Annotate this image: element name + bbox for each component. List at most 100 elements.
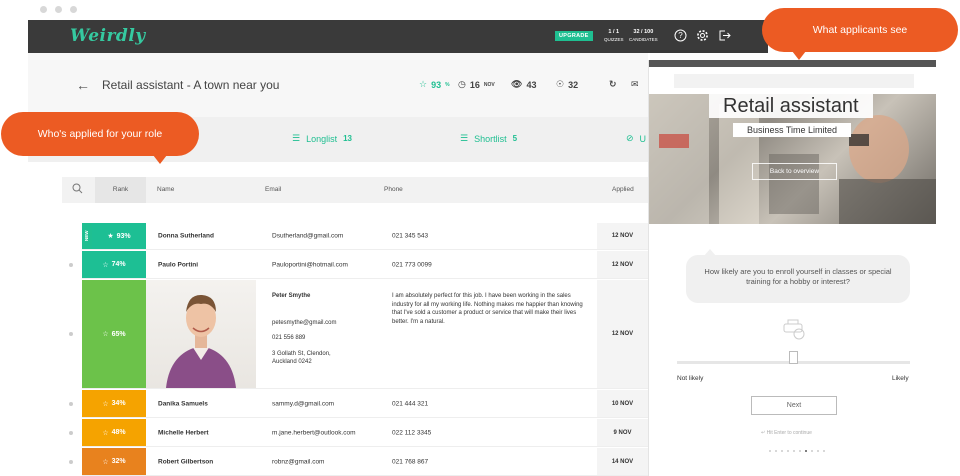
candidate-phone: 021 444 321 [392, 400, 429, 407]
row-marker [69, 430, 73, 435]
user-icon: ☉ [556, 79, 565, 89]
star-icon: ☆ [102, 261, 109, 269]
tab-unsuitable[interactable]: ⊘ U [626, 133, 646, 144]
next-button[interactable]: Next [751, 396, 837, 415]
candidate-email: robnz@gmail.com [272, 458, 325, 465]
weirdly-logo[interactable]: Weirdly [70, 26, 146, 46]
rank-badge: ☆ 65% [82, 280, 146, 388]
row-marker [69, 262, 73, 267]
job-applicants-value: 32 [568, 79, 579, 90]
candidate-name: Robert Gilbertson [158, 458, 214, 465]
rank-badge: ★ 93% [92, 223, 146, 249]
table-row[interactable]: ☆ 48% Michelle Herbert m.jane.herbert@out… [69, 419, 648, 447]
quizzes-stat: 1 / 1 QUIZZES [604, 29, 624, 43]
candidate-name: Paulo Portini [158, 261, 199, 268]
refresh-icon[interactable]: ↻ [609, 79, 617, 90]
quiz-question: How likely are you to enroll yourself in… [686, 249, 910, 303]
job-views: 👁 43 [511, 79, 536, 90]
candidate-email: Pauloportini@hotmail.com [272, 261, 348, 268]
job-date-day: 16 [469, 79, 480, 90]
back-arrow-icon[interactable]: ← [76, 77, 90, 93]
quizzes-value: 1 / 1 [608, 29, 620, 35]
applied-date: 10 NOV [597, 390, 648, 417]
candidate-bio: I am absolutely perfect for this job. I … [392, 293, 583, 325]
applied-date: 12 NOV [597, 251, 648, 278]
phone-column-header[interactable]: Phone [384, 186, 403, 193]
rank-badge: ☆ 32% [82, 448, 146, 475]
scale-max-label: Likely [892, 375, 909, 382]
candidate-email: sammy.d@gmail.com [272, 400, 335, 407]
window-controls [40, 6, 77, 13]
email-column-header[interactable]: Email [265, 186, 281, 193]
candidate-phone: 021 773 0099 [392, 261, 432, 268]
rank-value: 93% [116, 232, 131, 240]
job-date: ◷ 16 NOV [458, 79, 495, 90]
panel-top-bar [649, 60, 936, 67]
candidate-email: m.jane.herbert@outlook.com [272, 429, 356, 436]
svg-text:?: ? [678, 31, 683, 40]
rank-value: 74% [111, 261, 126, 268]
candidates-value: 32 / 100 [633, 29, 654, 35]
table-row[interactable]: ☆ 34% Danika Samuels sammy.d@gmail.com 02… [69, 390, 648, 418]
candidate-phone: 021 768 867 [392, 458, 429, 465]
mail-icon[interactable]: ✉ [631, 79, 639, 90]
star-icon: ☆ [102, 331, 109, 338]
rank-value: 32% [111, 458, 126, 465]
tab-longlist[interactable]: ☰ Longlist 13 [292, 133, 352, 144]
applied-date: 12 NOV [597, 223, 648, 249]
applicant-job-title: Retail assistant [709, 94, 873, 118]
tab-unsuitable-label: U [639, 133, 647, 144]
rank-column-header[interactable]: Rank [95, 177, 146, 203]
candidate-name: Danika Samuels [158, 400, 208, 407]
candidate-email: Dsutherland@gmail.com [272, 232, 344, 240]
list-icon: ☰ [292, 133, 301, 143]
scale-min-label: Not likely [677, 375, 704, 382]
upgrade-button[interactable]: UPGRADE [555, 31, 593, 41]
rank-value: 65% [111, 330, 126, 338]
table-row[interactable]: ☆ 32% Robert Gilbertson robnz@gmail.com 0… [69, 448, 648, 476]
table-row-expanded[interactable]: ☆ 65% Peter Smythe petesmythe@gmail.com 0… [69, 280, 648, 389]
candidates-label: CANDIDATES [629, 37, 658, 42]
job-views-value: 43 [526, 79, 537, 90]
row-marker [69, 459, 73, 464]
applicant-view-panel: Retail assistant Business Time Limited B… [648, 60, 936, 476]
job-title-bar: ← Retail assistant - A town near you ☆ 9… [28, 53, 648, 117]
enter-hint: ↵ Hit Enter to continue [761, 430, 812, 436]
candidate-photo [146, 280, 256, 388]
star-icon: ☆ [419, 79, 428, 89]
candidate-phone: 022 112 3345 [392, 429, 432, 436]
table-row[interactable]: ★ 93% Donna Sutherland Dsutherland@gmail.… [82, 223, 648, 250]
stopwatch-icon: ◷ [458, 79, 466, 89]
job-title: Retail assistant - A town near you [102, 78, 280, 92]
rank-value: 34% [111, 400, 126, 407]
search-icon[interactable] [72, 183, 83, 196]
candidate-phone: 021 556 889 [272, 335, 306, 341]
candidate-name: Michelle Herbert [158, 429, 209, 436]
back-to-overview-button[interactable]: Back to overview [752, 163, 837, 180]
job-applicants: ☉ 32 [556, 79, 578, 90]
help-icon[interactable]: ? [673, 29, 687, 43]
panel-address-bar [674, 74, 914, 88]
table-row[interactable]: ☆ 74% Paulo Portini Pauloportini@hotmail.… [69, 251, 648, 279]
name-column-header[interactable]: Name [157, 186, 174, 193]
likert-slider-thumb[interactable] [789, 351, 798, 364]
rank-badge: ☆ 34% [82, 390, 146, 417]
candidate-name: Peter Smythe [272, 293, 311, 299]
screenshot: Weirdly UPGRADE 1 / 1 QUIZZES 32 / 100 C… [0, 0, 960, 476]
tab-longlist-count: 13 [343, 134, 353, 143]
logout-icon[interactable] [717, 29, 731, 43]
tab-shortlist[interactable]: ☰ Shortlist 5 [460, 133, 517, 144]
star-icon: ★ [107, 233, 114, 240]
gear-icon[interactable] [695, 29, 709, 43]
tab-shortlist-label: Shortlist [474, 133, 507, 144]
enter-key-icon: ↵ [761, 430, 766, 436]
applicant-view-callout: What applicants see [762, 8, 958, 60]
candidate-address-line2: Auckland 0242 [272, 359, 312, 365]
candidate-name: Donna Sutherland [158, 232, 214, 240]
candidates-stat: 32 / 100 CANDIDATES [629, 29, 658, 43]
candidate-phone: 021 345 543 [392, 232, 429, 240]
job-score: ☆ 93% [419, 79, 450, 90]
quizzes-label: QUIZZES [604, 37, 624, 42]
job-score-unit: % [445, 81, 450, 88]
applied-column-header[interactable]: Applied [612, 186, 634, 193]
